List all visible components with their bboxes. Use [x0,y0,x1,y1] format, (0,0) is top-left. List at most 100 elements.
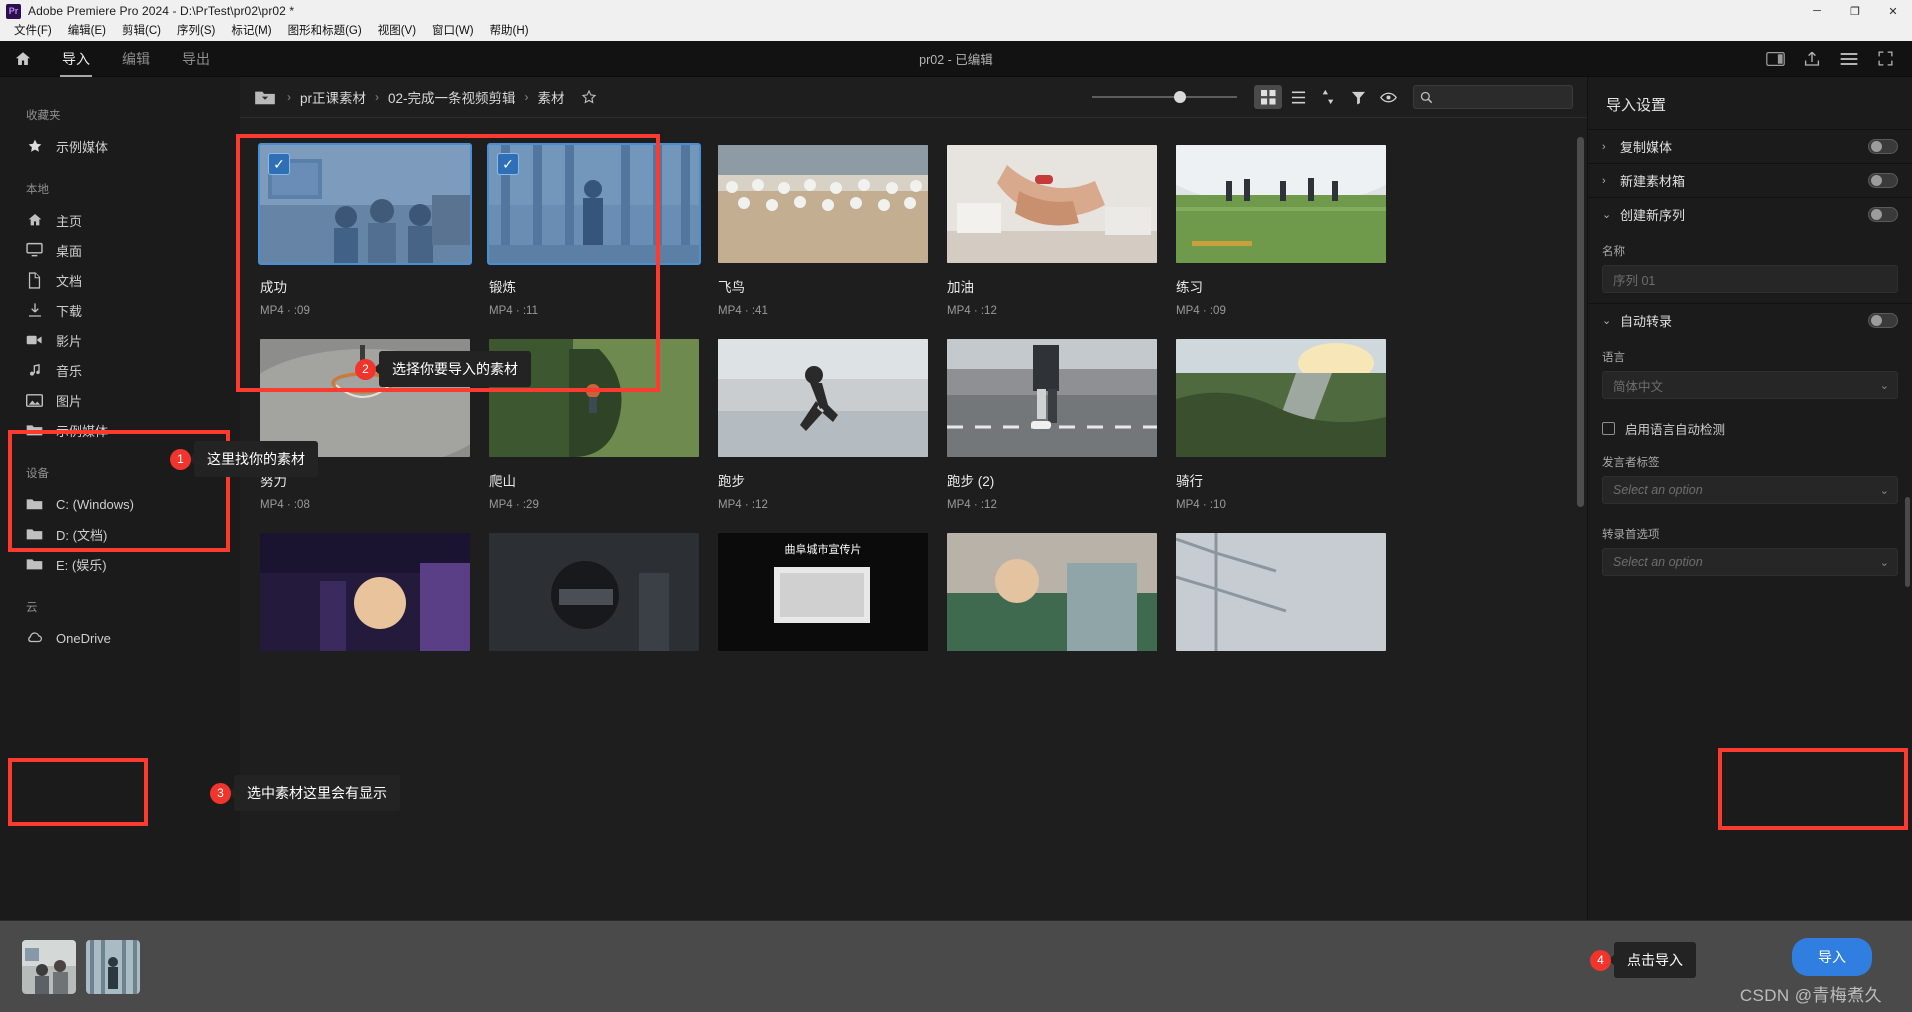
auto-transcribe-toggle[interactable] [1868,313,1898,328]
chevron-right-icon[interactable]: › [1602,141,1620,153]
auto-detect-checkbox[interactable] [1602,422,1615,435]
menu-item-edit[interactable]: 编辑(E) [60,22,114,41]
media-thumbnail[interactable] [718,339,928,457]
filter-icon[interactable] [1344,85,1372,109]
media-item[interactable]: 飞鸟 MP4 · :41 [718,145,928,317]
media-thumbnail[interactable]: ✓ [258,143,472,265]
media-item[interactable] [489,533,699,651]
section-new-sequence[interactable]: ⌄ 创建新序列 [1588,198,1912,231]
sidebar-item-onedrive[interactable]: OneDrive [0,623,240,653]
media-thumbnail[interactable] [947,339,1157,457]
new-bin-toggle[interactable] [1868,173,1898,188]
media-item[interactable]: 跑步 MP4 · :12 [718,339,928,511]
menu-item-sequence[interactable]: 序列(S) [169,22,223,41]
chevron-right-icon[interactable]: › [1602,175,1620,187]
new-sequence-toggle[interactable] [1868,207,1898,222]
media-item[interactable] [1176,533,1386,651]
menu-item-clip[interactable]: 剪辑(C) [114,22,169,41]
import-button[interactable]: 导入 [1792,938,1872,976]
sidebar-item-drive-c[interactable]: C: (Windows) [0,489,240,519]
search-input[interactable] [1439,90,1566,104]
copy-media-toggle[interactable] [1868,139,1898,154]
media-thumbnail[interactable]: 曲阜城市宣传片 [718,533,928,651]
section-new-bin[interactable]: › 新建素材箱 [1588,164,1912,197]
menu-icon[interactable] [1839,51,1859,67]
list-view-icon[interactable] [1284,85,1312,109]
media-thumbnail[interactable] [260,533,470,651]
thumbnail-zoom-slider[interactable] [1092,86,1237,108]
chevron-down-icon[interactable]: ⌄ [1880,484,1889,497]
media-thumbnail[interactable] [1176,145,1386,263]
selected-thumbnail[interactable] [86,939,140,994]
chevron-down-icon[interactable]: ⌄ [1880,556,1889,569]
media-item[interactable]: 跑步 (2) MP4 · :12 [947,339,1157,511]
media-item[interactable]: 曲阜城市宣传片 [718,533,928,651]
media-item[interactable]: 练习 MP4 · :09 [1176,145,1386,317]
media-thumbnail[interactable] [1176,533,1386,651]
tab-import[interactable]: 导入 [46,41,106,77]
media-thumbnail[interactable] [718,145,928,263]
sidebar-item-drive-d[interactable]: D: (文档) [0,519,240,549]
media-thumbnail[interactable] [947,145,1157,263]
browser-scrollbar[interactable] [1577,137,1584,507]
selected-thumbnail[interactable] [22,939,76,994]
media-item[interactable]: ✓ 锻炼 MP4 · :11 [487,143,701,317]
media-item[interactable] [947,533,1157,651]
sidebar-item-music[interactable]: 音乐 [0,355,240,385]
fullscreen-icon[interactable] [1877,50,1894,67]
media-item[interactable]: 加油 MP4 · :12 [947,145,1157,317]
section-copy-media[interactable]: › 复制媒体 [1588,130,1912,163]
sidebar-item-desktop[interactable]: 桌面 [0,235,240,265]
selection-checkbox[interactable]: ✓ [268,153,290,175]
close-button[interactable]: ✕ [1874,0,1912,22]
folder-dropdown-icon[interactable] [254,89,276,106]
section-auto-transcribe[interactable]: ⌄ 自动转录 [1588,304,1912,337]
media-thumbnail[interactable] [947,533,1157,651]
tab-edit[interactable]: 编辑 [106,41,166,77]
share-icon[interactable] [1803,50,1821,68]
chevron-down-icon[interactable]: ⌄ [1880,379,1889,392]
sort-icon[interactable] [1314,85,1342,109]
sidebar-item-sample-media-fav[interactable]: 示例媒体 [0,131,240,161]
menu-item-file[interactable]: 文件(F) [6,22,60,41]
sidebar-item-pictures[interactable]: 图片 [0,385,240,415]
chevron-down-icon[interactable]: ⌄ [1602,208,1620,221]
slider-knob[interactable] [1174,91,1186,103]
media-item[interactable]: ✓ 成功 MP4 · :09 [258,143,472,317]
menu-item-graphics[interactable]: 图形和标题(G) [280,22,370,41]
maximize-button[interactable]: ❐ [1836,0,1874,22]
breadcrumb-part-2[interactable]: 素材 [534,87,569,107]
minimize-button[interactable]: ─ [1798,0,1836,22]
search-box[interactable] [1413,85,1573,109]
tab-export[interactable]: 导出 [166,41,226,77]
menu-item-marker[interactable]: 标记(M) [223,22,279,41]
media-item[interactable] [260,533,470,651]
language-select[interactable]: 简体中文 ⌄ [1602,371,1898,399]
menu-item-help[interactable]: 帮助(H) [482,22,537,41]
auto-detect-language-row[interactable]: 启用语言自动检测 [1588,409,1912,442]
chevron-down-icon[interactable]: ⌄ [1602,314,1620,327]
grid-view-icon[interactable] [1254,85,1282,109]
sidebar-item-home[interactable]: 主页 [0,205,240,235]
panel-scrollbar[interactable] [1905,497,1910,587]
sequence-name-input[interactable]: 序列 01 [1602,265,1898,293]
preference-select[interactable]: Select an option ⌄ [1602,548,1898,576]
menu-item-window[interactable]: 窗口(W) [424,22,482,41]
media-thumbnail[interactable] [489,533,699,651]
sidebar-item-videos[interactable]: 影片 [0,325,240,355]
sidebar-item-drive-e[interactable]: E: (娱乐) [0,549,240,579]
panel-icon[interactable] [1766,51,1785,67]
selection-checkbox[interactable]: ✓ [497,153,519,175]
speaker-select[interactable]: Select an option ⌄ [1602,476,1898,504]
menu-item-view[interactable]: 视图(V) [370,22,424,41]
media-thumbnail[interactable] [1176,339,1386,457]
eye-icon[interactable] [1374,85,1402,109]
sidebar-item-downloads[interactable]: 下载 [0,295,240,325]
sidebar-item-documents[interactable]: 文档 [0,265,240,295]
breadcrumb-part-1[interactable]: 02-完成一条视频剪辑 [384,87,520,107]
star-outline-icon[interactable] [581,89,597,105]
home-button[interactable] [0,50,46,68]
media-item[interactable]: 骑行 MP4 · :10 [1176,339,1386,511]
media-thumbnail[interactable]: ✓ [487,143,701,265]
breadcrumb-part-0[interactable]: pr正课素材 [296,87,370,107]
